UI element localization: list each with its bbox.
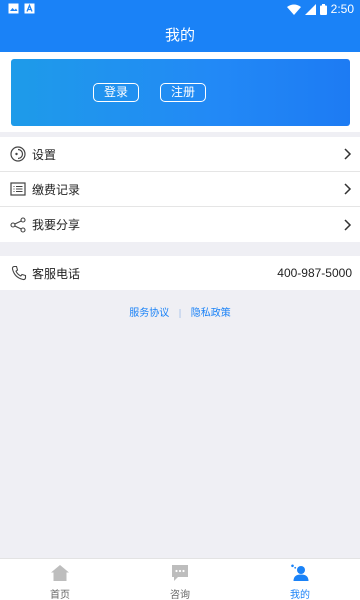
privacy-policy-link[interactable]: 隐私政策: [191, 308, 231, 319]
chevron-right-icon: [344, 218, 352, 231]
menu-item-label: 设置: [32, 147, 57, 162]
home-icon: [51, 565, 69, 581]
tab-label: 咨询: [170, 590, 190, 600]
tab-home[interactable]: 首页: [0, 559, 120, 600]
app-notification-icon: [24, 3, 35, 14]
tab-consult[interactable]: 咨询: [120, 559, 240, 600]
account-card: 登录 注册: [11, 59, 350, 126]
link-separator: |: [178, 309, 182, 319]
customer-service-phone[interactable]: 400-987-5000: [277, 266, 352, 280]
signal-icon: [304, 3, 316, 15]
menu-item-share[interactable]: 我要分享: [0, 207, 360, 242]
tab-mine[interactable]: 我的: [240, 559, 360, 600]
login-button[interactable]: 登录: [93, 83, 139, 102]
chat-icon: [172, 565, 188, 581]
chevron-right-icon: [344, 183, 352, 195]
register-button[interactable]: 注册: [160, 83, 206, 102]
wifi-icon: [286, 4, 301, 15]
customer-service-label: 客服电话: [32, 266, 81, 281]
policy-links: 服务协议 | 隐私政策: [0, 304, 360, 319]
menu-item-label: 缴费记录: [32, 182, 81, 197]
page-title: 我的: [0, 18, 360, 52]
tab-label: 我的: [290, 590, 310, 600]
menu-item-settings[interactable]: 设置: [0, 137, 360, 172]
user-icon: [291, 564, 309, 581]
image-notification-icon: [8, 3, 19, 14]
service-agreement-link[interactable]: 服务协议: [129, 308, 169, 319]
battery-icon: [319, 3, 327, 15]
status-time: 2:50: [330, 2, 354, 16]
menu-list: 设置 缴费记录 我要分享: [0, 137, 360, 242]
phone-icon: [11, 265, 27, 281]
settings-icon: [10, 146, 26, 162]
menu-item-label: 我要分享: [32, 218, 81, 232]
status-bar: 2:50: [0, 0, 360, 18]
payment-record-icon: [10, 182, 26, 196]
chevron-right-icon: [344, 148, 352, 160]
menu-item-payment-records[interactable]: 缴费记录: [0, 172, 360, 207]
bottom-tab-bar: 首页 咨询 我的: [0, 558, 360, 600]
share-icon: [10, 216, 26, 233]
customer-service-row[interactable]: 客服电话 400-987-5000: [0, 256, 360, 290]
tab-label: 首页: [50, 590, 70, 600]
